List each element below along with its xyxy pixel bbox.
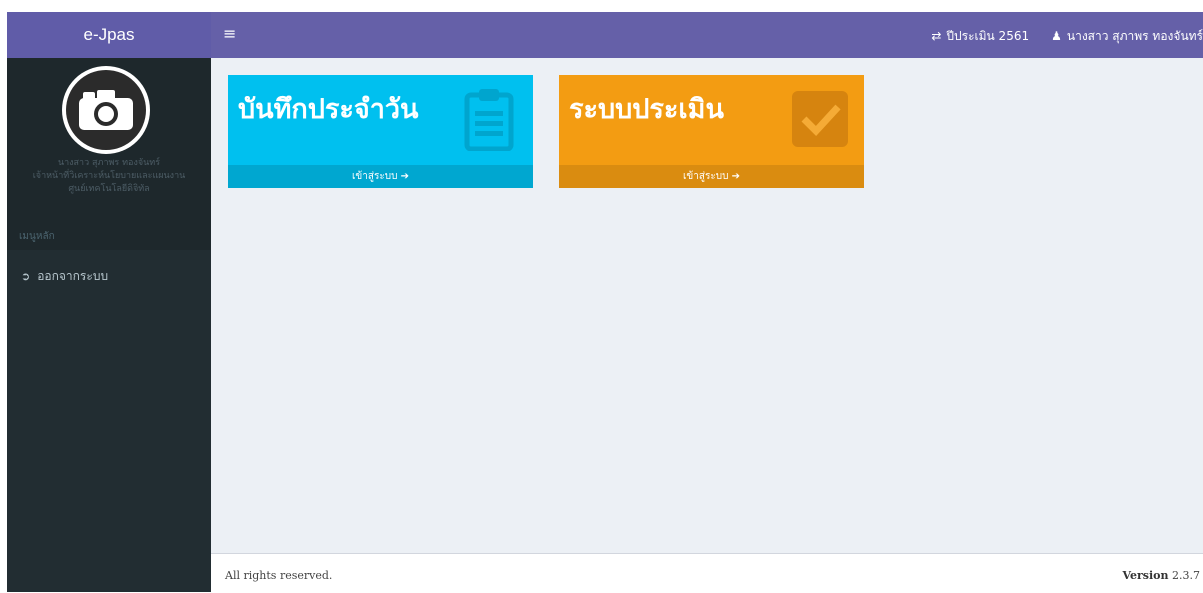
year-selector[interactable]: ⇄ ปีประเมิน 2561 xyxy=(931,27,1029,46)
user-menu-name: นางสาว สุภาพร ทองจันทร์ xyxy=(1066,29,1203,43)
user-unit: ศูนย์เทคโนโลยีดิจิทัล xyxy=(68,184,150,194)
checkbox-icon xyxy=(792,91,848,147)
sidebar: นางสาว สุภาพร ทองจันทร์ เจ้าหน้าที่วิเคร… xyxy=(7,58,211,592)
sign-out-icon: ➲ xyxy=(21,269,31,283)
daily-log-box[interactable]: บันทึกประจำวัน เข้าสู่ระบบ ➔ xyxy=(228,75,533,188)
menu-header: เมนูหลัก xyxy=(19,231,55,242)
user-menu[interactable]: ♟ นางสาว สุภาพร ทองจันทร์ xyxy=(1051,27,1203,46)
clipboard-icon xyxy=(464,89,514,151)
box-title: ระบบประเมิน xyxy=(569,94,724,125)
sidebar-item-label: ออกจากระบบ xyxy=(37,268,109,283)
page-footer: All rights reserved. Version 2.3.7 xyxy=(211,553,1203,593)
brand-logo[interactable]: e-Jpas xyxy=(7,12,211,58)
user-position: เจ้าหน้าที่วิเคราะห์นโยบายและแผนงาน xyxy=(32,171,186,181)
box-footer-link[interactable]: เข้าสู่ระบบ ➔ xyxy=(559,165,864,188)
user-info: นางสาว สุภาพร ทองจันทร์ เจ้าหน้าที่วิเคร… xyxy=(7,157,211,196)
version-label: Version xyxy=(1122,569,1169,582)
version-number: 2.3.7 xyxy=(1172,569,1200,582)
year-label: ปีประเมิน 2561 xyxy=(946,29,1030,43)
user-name: นางสาว สุภาพร ทองจันทร์ xyxy=(57,158,161,168)
menu-toggle-icon[interactable]: ≡ xyxy=(223,24,236,43)
avatar xyxy=(62,66,150,154)
swap-icon: ⇄ xyxy=(931,29,942,43)
evaluation-box[interactable]: ระบบประเมิน เข้าสู่ระบบ ➔ xyxy=(559,75,864,188)
sidebar-item-logout[interactable]: ➲ ออกจากระบบ xyxy=(7,264,211,288)
user-icon: ♟ xyxy=(1051,29,1062,43)
brand-name: e-Jpas xyxy=(83,25,135,44)
navbar-right: ⇄ ปีประเมิน 2561 ♟ นางสาว สุภาพร ทองจันทร์ xyxy=(931,27,1203,46)
top-navbar: ≡ ⇄ ปีประเมิน 2561 ♟ นางสาว สุภาพร ทองจันท… xyxy=(211,12,1203,58)
left-edge xyxy=(0,12,7,592)
app-frame: e-Jpas ≡ ⇄ ปีประเมิน 2561 ♟ นางสาว สุภาพร … xyxy=(0,12,1203,593)
copyright-text: All rights reserved. xyxy=(225,569,333,582)
camera-icon xyxy=(66,70,146,150)
main-content: บันทึกประจำวัน เข้าสู่ระบบ ➔ ระบบประเมิน… xyxy=(211,58,1203,553)
box-title: บันทึกประจำวัน xyxy=(238,94,419,125)
user-panel: นางสาว สุภาพร ทองจันทร์ เจ้าหน้าที่วิเคร… xyxy=(7,58,211,250)
box-footer-link[interactable]: เข้าสู่ระบบ ➔ xyxy=(228,165,533,188)
version-info: Version 2.3.7 xyxy=(1122,569,1200,582)
